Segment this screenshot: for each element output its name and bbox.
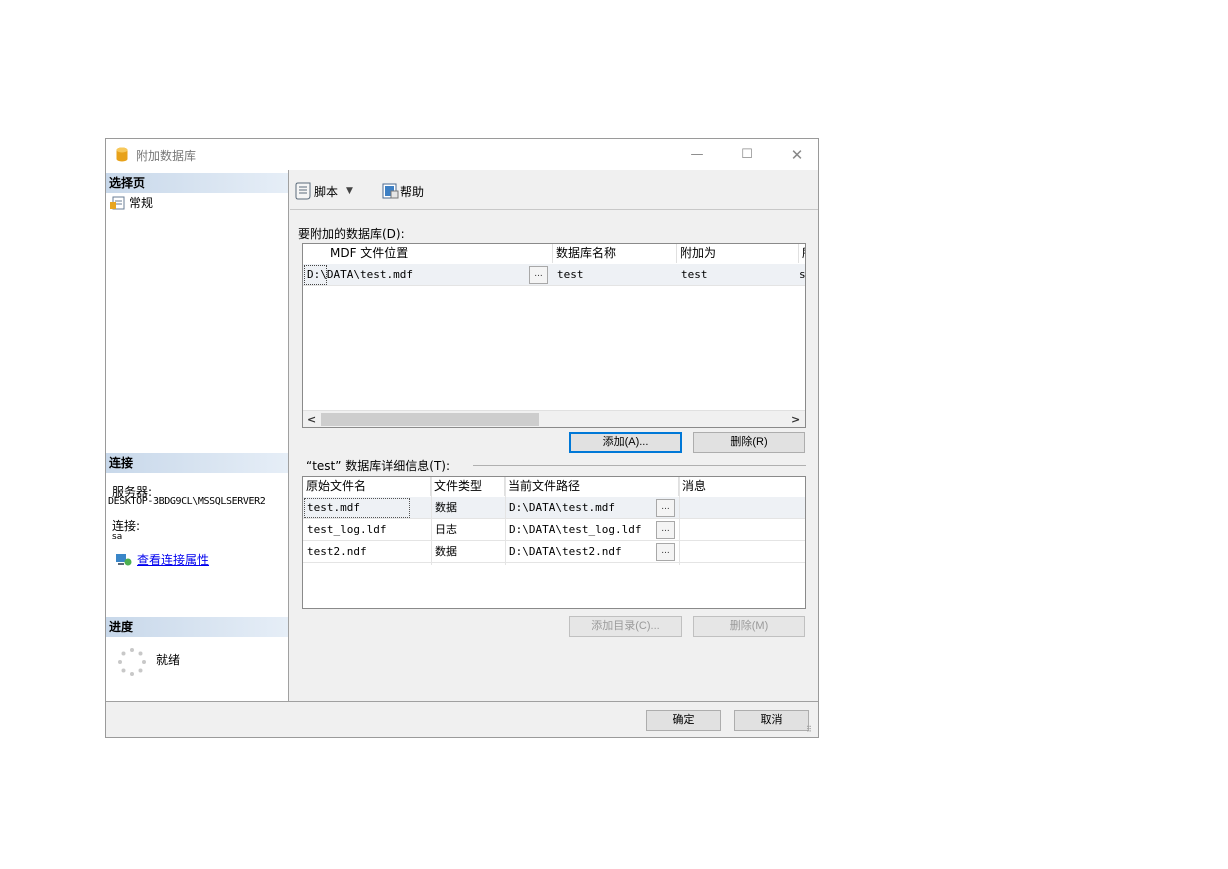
file-path-cell[interactable]: D:\DATA\test.mdf [505,497,655,519]
scroll-left-icon[interactable]: < [307,411,317,427]
browse-file-button[interactable]: ... [656,499,675,517]
remove-file-button[interactable]: 删除(M) [693,616,805,637]
column-divider [505,477,506,565]
toolbar: 脚本 ▼ 帮助 [290,170,818,210]
view-connection-properties-link[interactable]: 查看连接属性 [116,551,209,568]
column-header[interactable]: 文件类型 [431,477,505,496]
script-label: 脚本 [314,184,339,199]
browse-file-button[interactable]: ... [656,521,675,539]
message-cell [679,541,805,563]
help-label: 帮助 [400,184,425,199]
column-header[interactable]: 消息 [679,477,805,496]
file-name-cell[interactable]: test2.ndf [303,541,431,563]
script-button[interactable]: 脚本 ▼ [294,182,353,200]
database-files-grid[interactable]: 原始文件名 文件类型 当前文件路径 消息 test.mdf 数据 D:\DATA… [302,476,806,609]
minimize-button[interactable]: — [682,145,712,165]
owner-cell[interactable]: s [799,264,805,286]
column-header[interactable]: 数据库名称 [553,244,677,263]
progress-spinner-icon [118,648,146,676]
database-details-label: “test” 数据库详细信息(T): [306,459,451,473]
file-path-cell[interactable]: D:\DATA\test_log.ldf [505,519,655,541]
cancel-button[interactable]: 取消 [734,710,809,731]
maximize-button[interactable]: ☐ [732,145,762,165]
file-name-cell[interactable]: test_log.ldf [303,519,431,541]
view-connection-properties-text: 查看连接属性 [137,553,210,567]
progress-header: 进度 [106,617,288,637]
select-page-header: 选择页 [106,173,288,193]
ok-button[interactable]: 确定 [646,710,721,731]
group-divider [473,465,806,466]
window-title: 附加数据库 [136,149,197,163]
file-type-cell[interactable]: 数据 [431,541,505,563]
connection-header: 连接 [106,453,288,473]
file-type-cell[interactable]: 日志 [431,519,505,541]
message-cell [679,497,805,519]
script-scroll-icon [295,182,311,200]
databases-grid[interactable]: MDF 文件位置 数据库名称 附加为 所 D:\DATA\test.mdf ..… [302,243,806,428]
resize-grip-icon[interactable]: ⠿ [806,725,812,734]
add-catalog-button[interactable]: 添加目录(C)... [569,616,682,637]
attach-database-dialog: 附加数据库 — ☐ ✕ 选择页 常规 连接 服务器: DESKTOP-3BDG9… [105,138,819,738]
file-path-cell[interactable]: D:\DATA\test2.ndf [505,541,655,563]
column-header[interactable]: 原始文件名 [303,477,431,496]
server-value: DESKTOP-3BDG9CL\MSSQLSERVER2 [108,496,266,507]
add-database-button[interactable]: 添加(A)... [569,432,682,453]
remove-database-button[interactable]: 删除(R) [693,432,805,453]
sidebar-item-label: 常规 [129,196,154,210]
browse-file-button[interactable]: ... [656,543,675,561]
database-cylinder-icon [116,147,128,162]
column-divider [431,477,432,565]
sidebar: 选择页 常规 连接 服务器: DESKTOP-3BDG9CL\MSSQLSERV… [106,170,289,701]
column-header[interactable]: MDF 文件位置 [327,244,553,263]
progress-status: 就绪 [156,653,181,667]
help-book-icon [382,183,399,199]
horizontal-scrollbar[interactable]: < > [303,410,805,427]
sidebar-item-general[interactable]: 常规 [110,194,153,211]
title-bar[interactable]: 附加数据库 — ☐ ✕ [106,139,818,170]
connection-value: sa [112,532,123,542]
help-button[interactable]: 帮助 [382,182,424,200]
scrollbar-thumb[interactable] [321,413,539,426]
scroll-right-icon[interactable]: > [791,411,801,427]
file-name-cell[interactable]: test.mdf [303,497,431,519]
column-header[interactable]: 当前文件路径 [505,477,679,496]
column-header[interactable]: 附加为 [677,244,799,263]
mdf-path-cell[interactable]: D:\DATA\test.mdf [307,264,527,286]
chevron-down-icon[interactable]: ▼ [346,186,353,196]
file-type-cell[interactable]: 数据 [431,497,505,519]
properties-page-icon [110,196,125,209]
footer-divider [106,701,818,702]
close-button[interactable]: ✕ [782,145,812,165]
databases-to-attach-label: 要附加的数据库(D): [298,227,405,241]
message-cell [679,519,805,541]
column-header[interactable]: 所 [799,244,805,263]
connection-properties-icon [116,553,132,565]
browse-mdf-button[interactable]: ... [529,266,548,284]
column-divider [679,477,680,565]
database-name-cell[interactable]: test [553,264,673,286]
attach-as-cell[interactable]: test [677,264,797,286]
